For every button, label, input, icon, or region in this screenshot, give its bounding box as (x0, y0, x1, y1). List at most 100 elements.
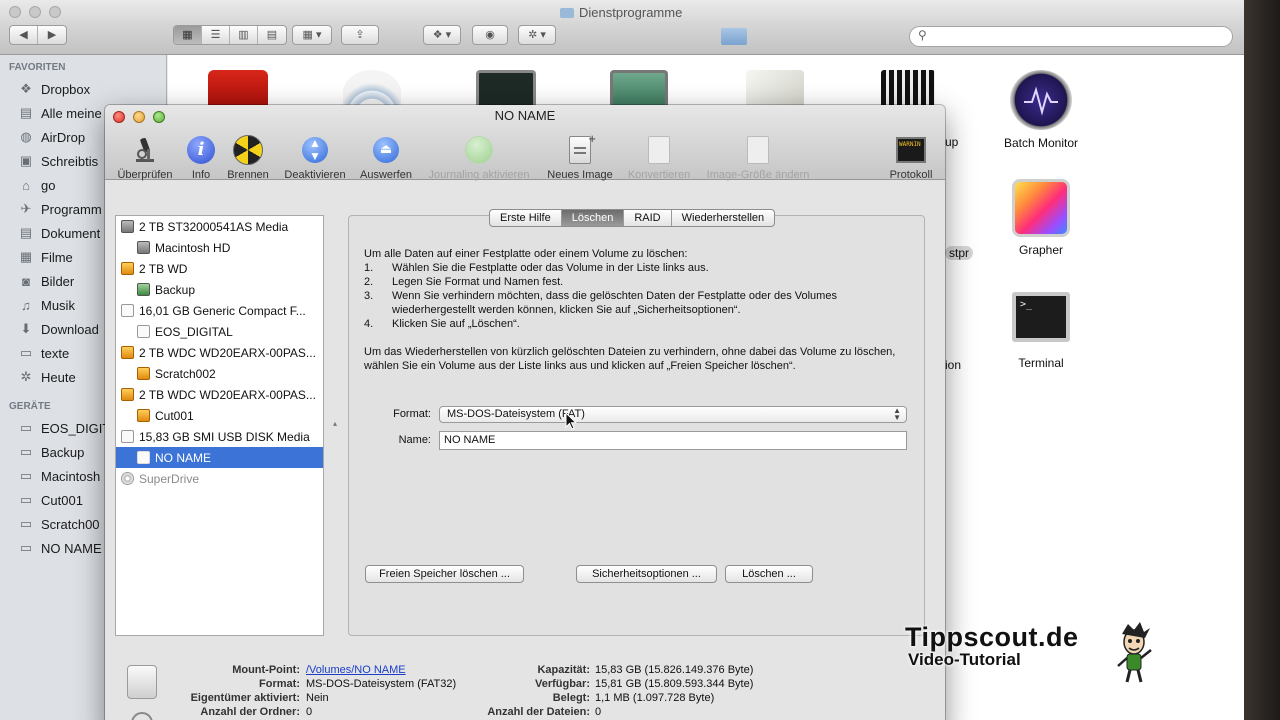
disk-list[interactable]: 2 TB ST32000541AS Media Macintosh HD 2 T… (115, 215, 324, 636)
split-view-handle[interactable]: ▴ (333, 419, 337, 428)
disk-list-item[interactable]: 2 TB WDC WD20EARX-00PAS... (116, 342, 323, 363)
app-grapher[interactable]: Grapher (986, 179, 1096, 257)
convert-button[interactable]: Konvertieren (623, 133, 695, 181)
movies-icon: ▦ (19, 249, 33, 264)
usb-disk-icon (121, 430, 134, 443)
action-button[interactable]: ✲ ▾ (518, 25, 556, 45)
enable-journaling-button[interactable]: Journaling aktivieren (423, 133, 535, 181)
burn-button[interactable]: Brennen (223, 133, 273, 181)
search-icon: ⚲ (918, 28, 927, 42)
volume-list-item[interactable]: Cut001 (116, 405, 323, 426)
unmount-icon: ▲ ▼ (298, 133, 332, 167)
select-arrows-icon: ▲ ▼ (893, 406, 901, 422)
drive-icon: ▭ (19, 516, 33, 531)
sidebar-item-dropbox[interactable]: ❖ Dropbox (18, 78, 166, 100)
info-button[interactable]: i Info (184, 133, 218, 181)
optical-drive-icon (121, 472, 134, 485)
external-disk-icon (121, 346, 134, 359)
internal-disk-icon (137, 241, 150, 254)
finder-close-button[interactable] (9, 6, 21, 18)
erase-button[interactable]: Löschen ... (725, 565, 813, 583)
resize-image-icon (741, 133, 775, 167)
unmount-button[interactable]: ▲ ▼ Deaktivieren (280, 133, 350, 182)
disk-list-item[interactable]: 2 TB ST32000541AS Media (116, 216, 323, 237)
share-button[interactable]: ⇪ (341, 25, 379, 45)
finder-minimize-button[interactable] (29, 6, 41, 18)
journaling-icon (462, 133, 496, 167)
restore-note: Um das Wiederherstellen von kürzlich gel… (364, 346, 896, 372)
name-input[interactable]: NO NAME (439, 431, 907, 450)
format-label: Format: (393, 408, 431, 420)
drive-icon: ▭ (19, 420, 33, 435)
desktop-background (1244, 0, 1280, 720)
app-batch-monitor[interactable]: Batch Monitor (986, 70, 1096, 150)
volume-list-item[interactable]: EOS_DIGITAL (116, 321, 323, 342)
tab-raid[interactable]: RAID (624, 210, 672, 226)
tab-bar: Erste Hilfe Löschen RAID Wiederherstelle… (489, 209, 776, 227)
new-image-button[interactable]: + Neues Image (545, 131, 615, 181)
drive-icon: ▭ (19, 468, 33, 483)
verify-button[interactable]: Überprüfen (114, 133, 176, 181)
dropbox-icon: ❖ ▾ (432, 29, 452, 41)
back-button[interactable]: ◀ (10, 26, 38, 44)
batch-monitor-icon (1010, 70, 1072, 130)
available-label: Verfügbar: (534, 678, 590, 690)
disk-list-item[interactable]: 15,83 GB SMI USB DISK Media (116, 426, 323, 447)
volume-list-item[interactable]: Backup (116, 279, 323, 300)
files-label: Anzahl der Dateien: (487, 706, 590, 718)
resize-image-button[interactable]: Image-Größe ändern (701, 133, 815, 181)
time-machine-disk-icon (137, 283, 150, 296)
format-select[interactable]: MS-DOS-Dateisystem (FAT) ▲ ▼ (439, 406, 907, 423)
disk-list-item[interactable]: 2 TB WD (116, 258, 323, 279)
folder-icon[interactable] (721, 28, 747, 45)
app-terminal[interactable]: >_ Terminal (986, 292, 1096, 370)
arrange-button[interactable]: ▦ ▾ (292, 25, 332, 45)
instruction-step: 2. Legen Sie Format und Namen fest. (364, 276, 564, 288)
coverflow-view-icon[interactable]: ▤ (258, 26, 286, 44)
watermark: Tippscout.de Video-Tutorial (905, 622, 1079, 670)
microscope-icon (128, 133, 162, 167)
column-view-icon[interactable]: ▥ (230, 26, 258, 44)
volume-list-item[interactable]: Scratch002 (116, 363, 323, 384)
forward-button[interactable]: ▶ (38, 26, 66, 44)
instruction-step: 3. Wenn Sie verhindern möchten, dass die … (364, 290, 837, 316)
icon-view-icon[interactable]: ▦ (174, 26, 202, 44)
finder-search-field[interactable]: ⚲ (909, 26, 1233, 47)
disk-list-item-superdrive[interactable]: SuperDrive (116, 468, 323, 489)
screen: Dienstprogramme ◀ ▶ ▦ ☰ ▥ ▤ ▦ ▾ ⇪ ❖ ▾ ◉ (0, 0, 1280, 720)
external-disk-icon (137, 367, 150, 380)
disk-list-item[interactable]: 16,01 GB Generic Compact F... (116, 300, 323, 321)
list-view-icon[interactable]: ☰ (202, 26, 230, 44)
mount-point-label: Mount-Point: (232, 664, 300, 676)
card-reader-icon (121, 304, 134, 317)
dropbox-button[interactable]: ❖ ▾ (423, 25, 461, 45)
tab-erase[interactable]: Löschen (561, 210, 625, 226)
security-options-button[interactable]: Sicherheitsoptionen ... (576, 565, 717, 583)
gear-icon: ✲ ▾ (528, 29, 546, 41)
erase-free-space-button[interactable]: Freien Speicher löschen ... (365, 565, 524, 583)
gear-icon: ✲ (20, 369, 32, 384)
log-button[interactable]: WARNIN AY 7:36 Protokoll (883, 133, 939, 181)
back-forward-control[interactable]: ◀ ▶ (9, 25, 67, 45)
home-icon: ⌂ (22, 177, 30, 193)
mouse-cursor-icon (565, 412, 577, 430)
mount-point-link[interactable]: /Volumes/NO NAME (306, 664, 406, 676)
disk-list-item[interactable]: 2 TB WDC WD20EARX-00PAS... (116, 384, 323, 405)
quicklook-button[interactable]: ◉ (472, 25, 508, 45)
partial-app-label-ion: ion (945, 358, 962, 372)
owners-value: Nein (306, 692, 329, 704)
usb-disk-icon (137, 451, 150, 464)
volume-info: Mount-Point: /Volumes/NO NAME Format: MS… (105, 660, 945, 720)
finder-zoom-button[interactable] (49, 6, 61, 18)
tab-first-aid[interactable]: Erste Hilfe (490, 210, 562, 226)
volume-list-item[interactable]: Macintosh HD (116, 237, 323, 258)
folder-icon: ▭ (19, 345, 33, 360)
view-mode-control[interactable]: ▦ ☰ ▥ ▤ (173, 25, 287, 45)
internal-disk-icon (121, 220, 134, 233)
devices-header: GERÄTE (9, 401, 51, 412)
eject-button[interactable]: ⏏ Auswerfen (356, 133, 416, 181)
tab-restore[interactable]: Wiederherstellen (672, 210, 775, 226)
volume-list-item-selected[interactable]: NO NAME (116, 447, 323, 468)
all-files-icon: ▤ (19, 105, 33, 120)
watermark-subtitle: Video-Tutorial (908, 650, 1021, 669)
